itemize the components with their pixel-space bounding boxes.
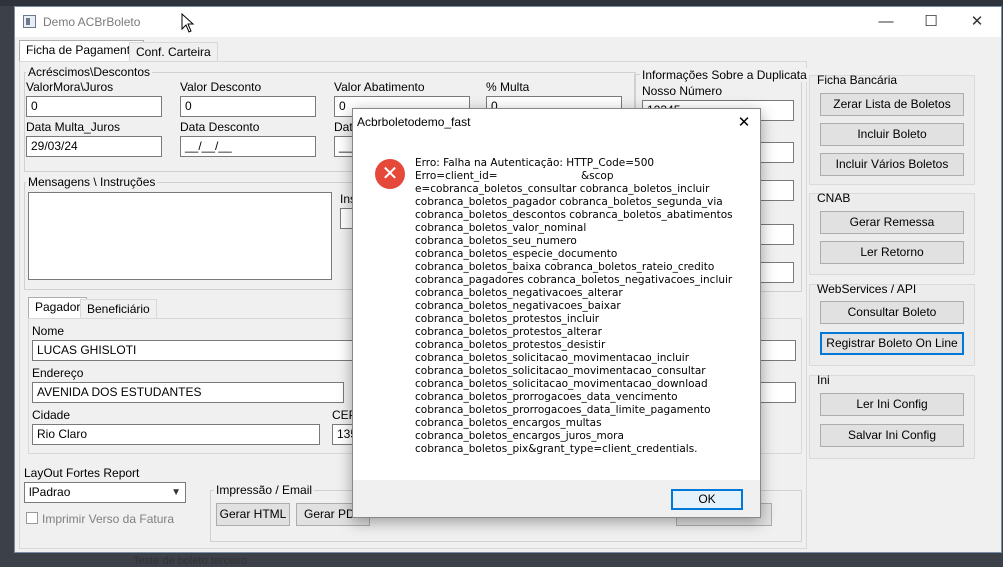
valor-desconto-input[interactable]: 0 <box>180 96 316 117</box>
webservices-title: WebServices / API <box>817 282 917 296</box>
pagador-right-field-2[interactable] <box>756 382 796 403</box>
consultar-boleto-button[interactable]: Consultar Boleto <box>820 301 964 324</box>
valor-abatimento-label: Valor Abatimento <box>334 80 425 94</box>
incluir-varios-button[interactable]: Incluir Vários Boletos <box>820 153 964 176</box>
ini-title: Ini <box>817 373 830 387</box>
minimize-button[interactable]: — <box>863 7 909 37</box>
layout-select-value: lPadrao <box>29 485 71 499</box>
close-button[interactable]: ✕ <box>954 7 1000 37</box>
imprimir-verso-checkbox[interactable] <box>26 512 38 524</box>
title-bar: Demo ACBrBoleto — ☐ ✕ <box>15 7 1001 37</box>
dialog-title: Acbrboletodemo_fast <box>357 115 471 129</box>
mouse-cursor-icon <box>181 13 195 33</box>
ok-button[interactable]: OK <box>671 489 743 510</box>
maximize-button[interactable]: ☐ <box>908 7 954 37</box>
layout-label: LayOut Fortes Report <box>24 466 140 480</box>
multa-label: % Multa <box>486 80 530 94</box>
valor-mora-label: ValorMora\Juros <box>26 80 114 94</box>
zerar-lista-button[interactable]: Zerar Lista de Boletos <box>820 93 964 116</box>
ler-ini-button[interactable]: Ler Ini Config <box>820 393 964 416</box>
error-dialog: Acbrboletodemo_fast ✕ ✕ Erro: Falha na A… <box>352 108 761 518</box>
gerar-remessa-button[interactable]: Gerar Remessa <box>820 211 964 234</box>
layout-select[interactable]: lPadrao ▼ <box>24 482 186 503</box>
nosso-numero-label: Nosso Número <box>642 84 723 98</box>
mensagens-textarea[interactable] <box>28 192 332 280</box>
mensagens-group-title: Mensagens \ Instruções <box>26 175 158 189</box>
cnab-title: CNAB <box>817 191 851 205</box>
tab-pagador[interactable]: Pagador <box>28 297 88 319</box>
imprimir-verso-label: Imprimir Verso da Fatura <box>42 512 175 526</box>
impressao-group-title: Impressão / Email <box>214 483 315 497</box>
tab-beneficiario[interactable]: Beneficiário <box>80 299 157 320</box>
valor-desconto-label: Valor Desconto <box>180 80 262 94</box>
data-abatimento-label: Dat <box>334 120 353 134</box>
pagador-right-field-1[interactable] <box>756 340 796 361</box>
data-multa-input[interactable]: 29/03/24 <box>26 136 162 157</box>
nome-input[interactable]: LUCAS GHISLOTI <box>32 340 362 361</box>
endereco-label: Endereço <box>32 366 84 380</box>
error-icon: ✕ <box>375 159 405 189</box>
endereco-input[interactable]: AVENIDA DOS ESTUDANTES <box>32 382 344 403</box>
tab-ficha-pagamento[interactable]: Ficha de Pagamento <box>19 40 144 62</box>
dialog-close-button[interactable]: ✕ <box>733 113 755 131</box>
data-multa-label: Data Multa_Juros <box>26 120 121 134</box>
window-title: Demo ACBrBoleto <box>43 15 141 29</box>
acrescimos-group-title: Acréscimos\Descontos <box>26 65 153 79</box>
app-icon <box>23 15 36 28</box>
error-message: Erro: Falha na Autenticação: HTTP_Code=5… <box>415 157 733 455</box>
gerar-html-button[interactable]: Gerar HTML <box>216 503 290 526</box>
ler-retorno-button[interactable]: Ler Retorno <box>820 241 964 264</box>
incluir-boleto-button[interactable]: Incluir Boleto <box>820 123 964 146</box>
nome-label: Nome <box>32 324 65 338</box>
tab-conf-carteira[interactable]: Conf. Carteira <box>129 42 218 63</box>
data-desconto-input[interactable]: __/__/__ <box>180 136 316 157</box>
valor-mora-input[interactable]: 0 <box>26 96 162 117</box>
cidade-label: Cidade <box>32 408 71 422</box>
grid-cell-descricao: Teste de boleto terceiro <box>133 555 248 567</box>
cidade-input[interactable]: Rio Claro <box>32 424 320 445</box>
duplicata-group-title: Informações Sobre a Duplicata <box>640 68 809 82</box>
registrar-boleto-button[interactable]: Registrar Boleto On Line <box>820 332 964 355</box>
data-desconto-label: Data Desconto <box>180 120 260 134</box>
salvar-ini-button[interactable]: Salvar Ini Config <box>820 424 964 447</box>
ficha-bancaria-title: Ficha Bancária <box>817 73 898 87</box>
chevron-down-icon: ▼ <box>171 487 181 498</box>
